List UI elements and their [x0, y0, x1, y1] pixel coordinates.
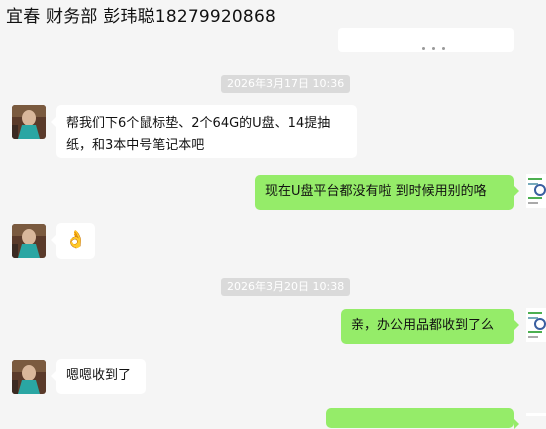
pagination-dots [422, 47, 462, 50]
message-bubble-sent[interactable]: 亲，办公用品都收到了么 [341, 309, 519, 344]
previous-message-card[interactable] [338, 28, 514, 52]
avatar-self[interactable] [526, 174, 546, 208]
message-bubble-received[interactable]: 嗯嗯收到了 [51, 359, 146, 394]
avatar[interactable] [12, 360, 46, 394]
avatar-self[interactable] [526, 308, 546, 342]
avatar[interactable] [12, 105, 46, 139]
timestamp: 2026年3月17日 10:36 [221, 75, 351, 93]
timestamp: 2026年3月20日 10:38 [221, 278, 351, 296]
message-bubble-sent[interactable]: 现在U盘平台都没有啦 到时候用别的咯 [255, 175, 519, 210]
avatar[interactable] [12, 224, 46, 258]
emoji-bubble-ok-hand[interactable]: 👌 [51, 223, 95, 259]
avatar-self[interactable] [526, 407, 546, 416]
chat-title: 宜春 财务部 彭玮聪18279920868 [6, 7, 276, 27]
message-bubble-received[interactable]: 帮我们下6个鼠标垫、2个64G的U盘、14提抽纸，和3本中号笔记本吧 [51, 105, 357, 158]
message-bubble-sent-partial[interactable] [326, 408, 519, 429]
